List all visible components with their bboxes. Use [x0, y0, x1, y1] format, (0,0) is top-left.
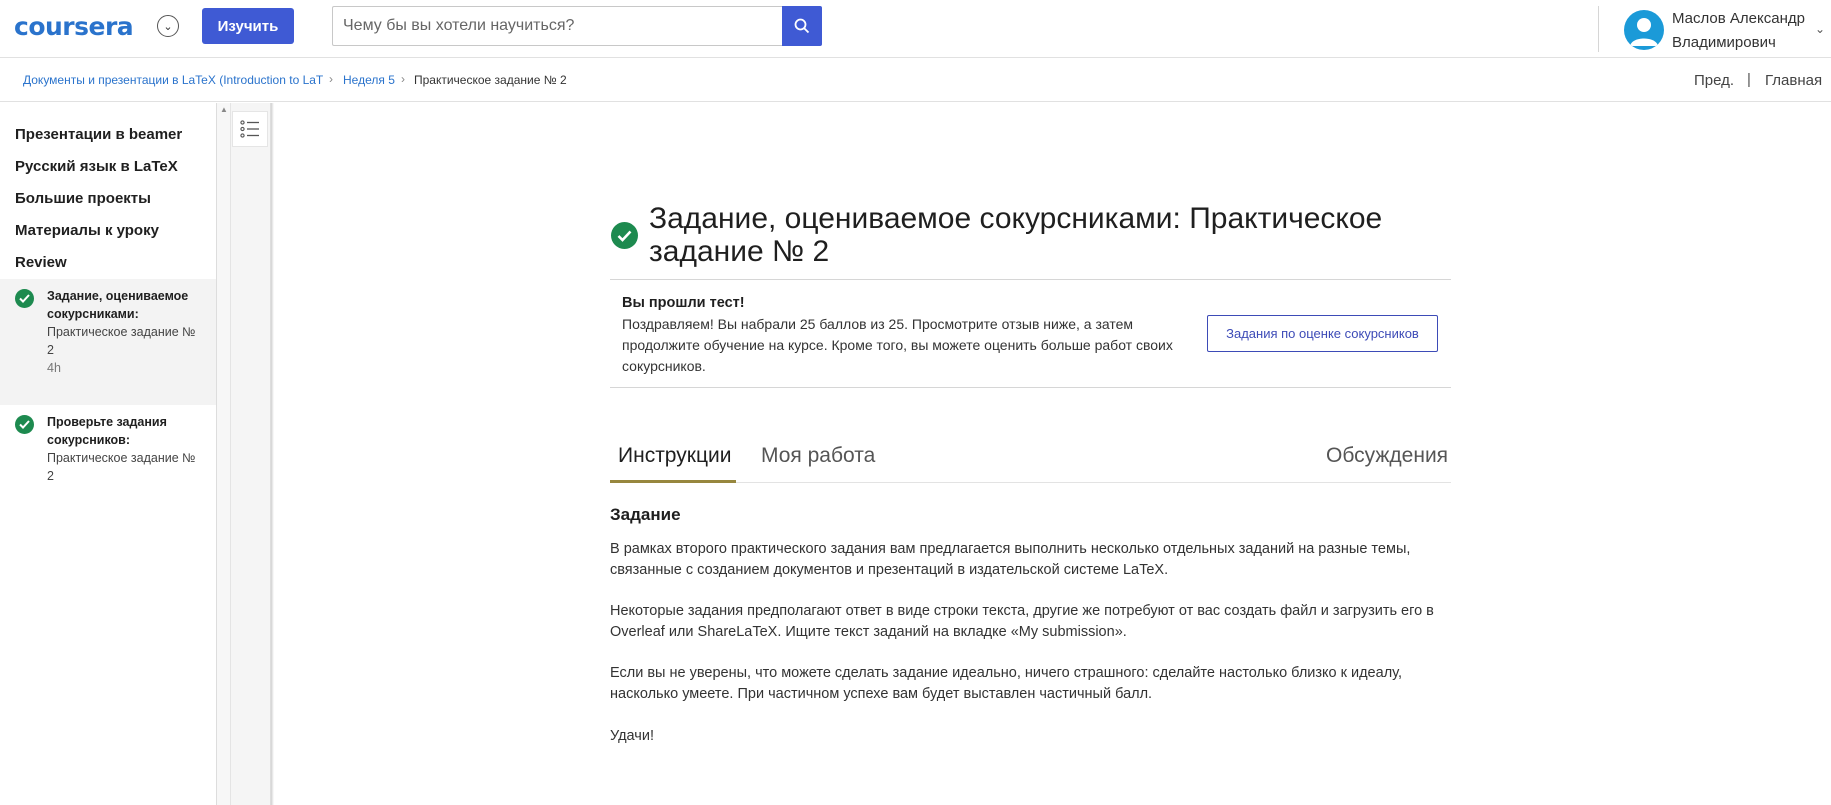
tab-instructions[interactable]: Инструкции [618, 444, 731, 468]
explore-button[interactable]: Изучить [202, 8, 294, 44]
sidebar-item-peer-assignment[interactable]: Задание, оцениваемое сокурсниками: Практ… [0, 279, 216, 405]
sidebar-section-russian[interactable]: Русский язык в LaTeX [15, 158, 178, 175]
home-link[interactable]: Главная [1765, 72, 1822, 89]
avatar[interactable] [1624, 10, 1664, 50]
sidebar-item-title: Задание, оцениваемое сокурсниками: [47, 289, 189, 321]
search-button[interactable] [782, 6, 822, 46]
scroll-up-icon[interactable]: ▲ [220, 105, 228, 114]
sidebar-item-subtitle: Практическое задание № 2 [47, 325, 196, 357]
pass-heading: Вы прошли тест! [622, 295, 745, 311]
active-tab-indicator [610, 480, 736, 483]
peer-review-button[interactable]: Задания по оценке сокурсников [1207, 315, 1438, 352]
sidebar-scrollbar[interactable]: ▲ [217, 103, 231, 805]
chevron-right-icon: › [329, 72, 333, 86]
toc-panel [231, 103, 271, 805]
breadcrumb: Документы и презентации в LaTeX (Introdu… [0, 58, 1831, 102]
user-name[interactable]: Маслов Александр Владимирович [1672, 7, 1812, 55]
check-circle-icon [15, 415, 34, 434]
sidebar-section-beamer[interactable]: Презентации в beamer [15, 126, 182, 143]
instruction-paragraph: Удачи! [610, 728, 654, 744]
section-heading: Задание [610, 505, 681, 524]
tab-my-work[interactable]: Моя работа [761, 444, 875, 468]
breadcrumb-current: Практическое задание № 2 [414, 73, 567, 87]
search-icon [794, 18, 810, 34]
breadcrumb-course[interactable]: Документы и презентации в LaTeX (Introdu… [23, 73, 323, 87]
tab-discussions[interactable]: Обсуждения [1326, 444, 1448, 468]
check-circle-icon [611, 222, 638, 249]
sidebar-item-review-peers[interactable]: Проверьте задания сокурсников: Практичес… [0, 405, 216, 495]
instruction-paragraph: В рамках второго практического задания в… [610, 541, 1411, 578]
toc-toggle-button[interactable] [232, 111, 268, 147]
page-title: Задание, оцениваемое сокурсниками: Практ… [649, 202, 1383, 268]
chevron-down-icon[interactable]: ⌄ [1815, 22, 1825, 36]
pass-banner: Вы прошли тест! Поздравляем! Вы набрали … [610, 279, 1451, 388]
prev-link[interactable]: Пред. [1694, 72, 1734, 89]
chevron-right-icon: › [401, 72, 405, 86]
panel-shadow [271, 103, 274, 805]
sidebar-item-duration: 4h [47, 361, 61, 375]
sidebar-section-materials[interactable]: Материалы к уроку [15, 222, 159, 239]
header-divider [1598, 6, 1599, 52]
content-tabs: Инструкции Моя работа Обсуждения [610, 430, 1451, 483]
sidebar-section-projects[interactable]: Большие проекты [15, 190, 151, 207]
search-input[interactable]: Чему бы вы хотели научиться? [332, 6, 782, 46]
top-header: coursera ⌄ Изучить Чему бы вы хотели нау… [0, 0, 1831, 58]
instruction-paragraph: Если вы не уверены, что можете сделать з… [610, 665, 1402, 702]
user-icon [1630, 18, 1658, 46]
sidebar-item-title: Проверьте задания сокурсников: [47, 415, 167, 447]
list-icon [240, 120, 259, 138]
course-sidebar: Презентации в beamer Русский язык в LaTe… [0, 103, 217, 805]
chevron-down-icon[interactable]: ⌄ [157, 15, 179, 37]
pass-message: Поздравляем! Вы набрали 25 баллов из 25.… [622, 316, 1173, 374]
sidebar-section-review[interactable]: Review [15, 254, 67, 271]
sidebar-item-text: Задание, оцениваемое сокурсниками: Практ… [47, 287, 197, 377]
sidebar-item-text: Проверьте задания сокурсников: Практичес… [47, 413, 197, 485]
check-circle-icon [15, 289, 34, 308]
instruction-paragraph: Некоторые задания предполагают ответ в в… [610, 603, 1434, 640]
breadcrumb-week[interactable]: Неделя 5 [343, 73, 395, 87]
nav-separator: | [1747, 71, 1751, 88]
coursera-logo[interactable]: coursera [14, 12, 134, 41]
sidebar-item-subtitle: Практическое задание № 2 [47, 451, 196, 483]
